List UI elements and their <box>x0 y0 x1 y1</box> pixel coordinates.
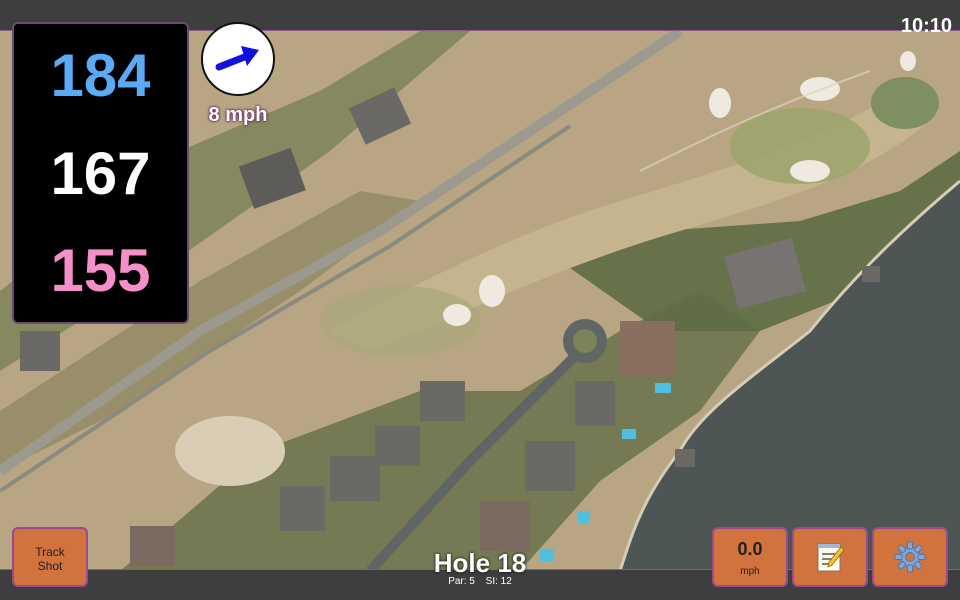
distance-panel[interactable]: 184 167 155 <box>12 22 189 324</box>
hole-par: Par: 5 <box>448 576 475 587</box>
hole-title: Hole 18 <box>433 548 527 578</box>
track-shot-label-2: Shot <box>37 559 63 573</box>
speed-button[interactable]: 0.0 mph <box>712 527 788 587</box>
wind-arrow-icon <box>215 46 259 71</box>
front-distance: 155 <box>50 237 151 304</box>
settings-button[interactable] <box>872 527 948 587</box>
middle-distance: 167 <box>50 140 151 207</box>
speed-unit: mph <box>740 566 760 577</box>
notes-button[interactable] <box>792 527 868 587</box>
track-shot-label-1: Track <box>35 545 65 559</box>
back-distance: 184 <box>50 42 151 109</box>
hole-info: Par: 5 SI: 12 <box>380 576 580 587</box>
clock: 10:10 <box>900 15 952 37</box>
gear-icon <box>894 541 926 573</box>
track-shot-button[interactable]: Track Shot <box>12 527 88 587</box>
wind-indicator <box>201 22 275 96</box>
speed-value: 0.0 <box>737 539 763 559</box>
notepad-icon <box>817 543 845 572</box>
wind-speed: 8 mph <box>208 104 268 126</box>
hole-stroke-index: SI: 12 <box>485 576 512 587</box>
